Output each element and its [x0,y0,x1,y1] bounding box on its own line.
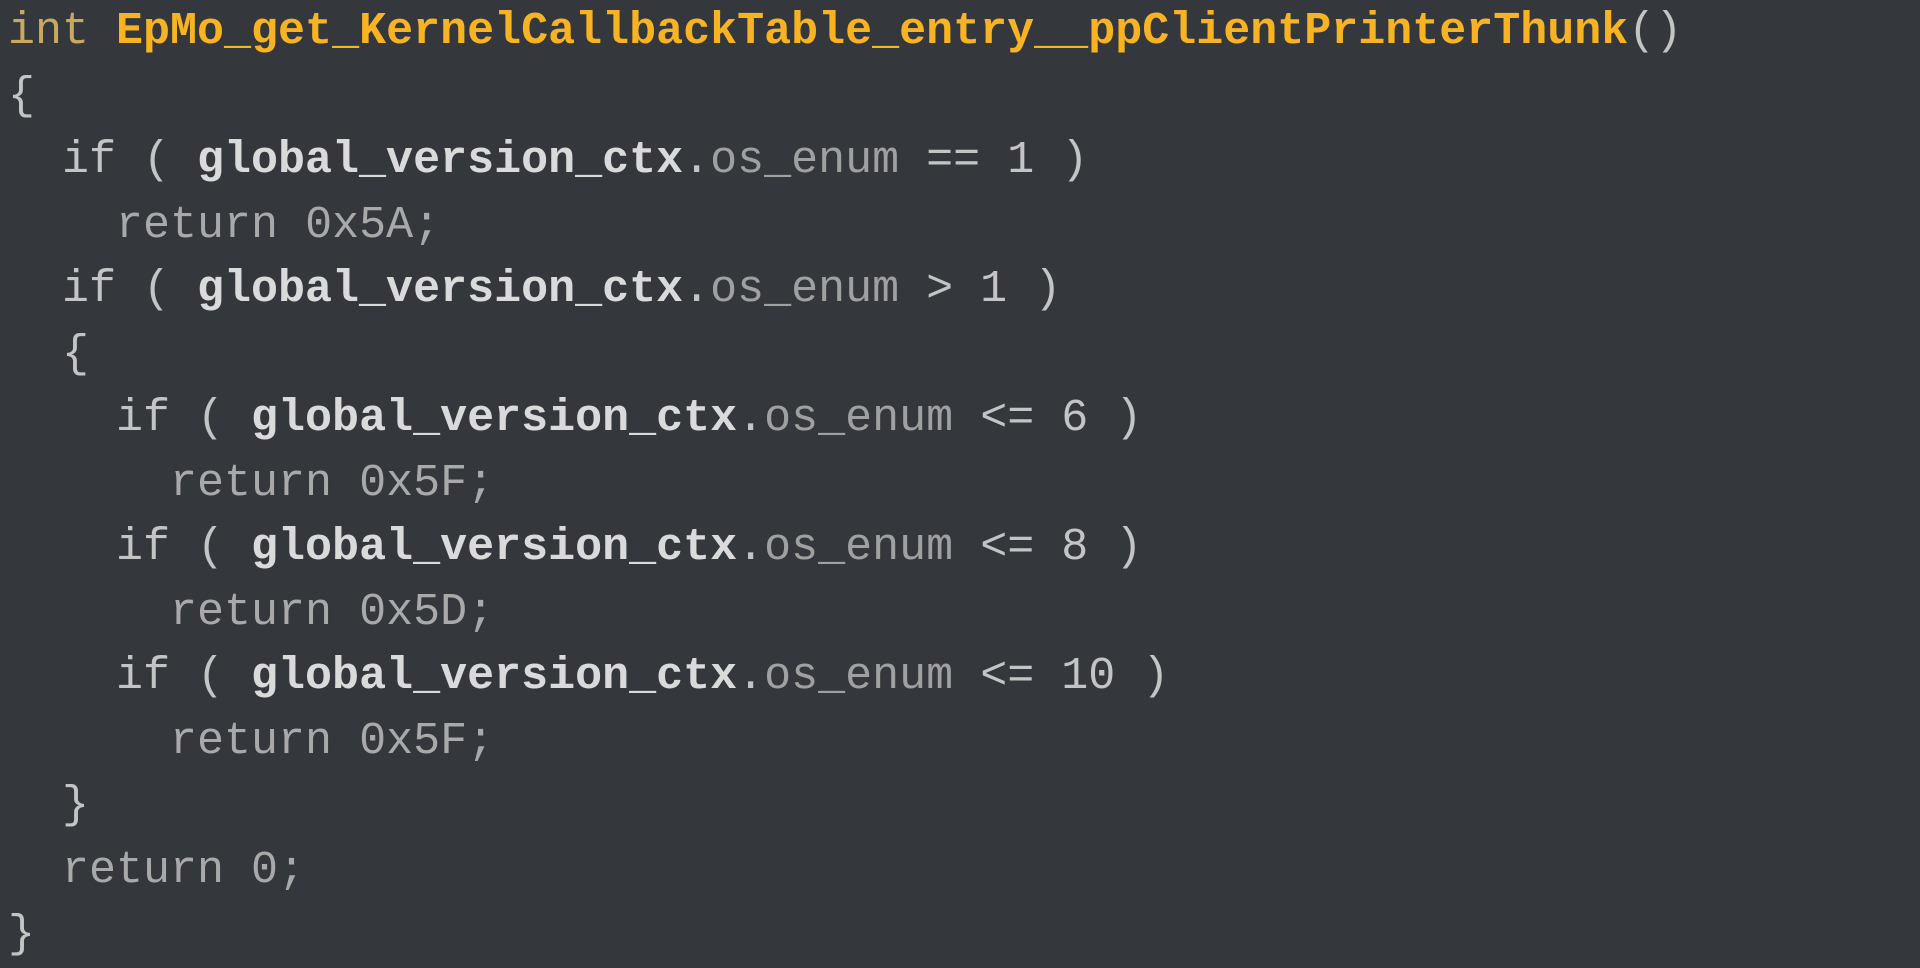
return-kw: return [8,845,251,896]
if-kw: if ( [8,522,251,573]
op: <= 8 ) [953,522,1142,573]
dot: . [737,522,764,573]
return-kw: return [8,716,359,767]
if-kw: if ( [8,264,197,315]
dot: . [737,393,764,444]
dot: . [737,651,764,702]
if-line-2a[interactable]: if ( global_version_ctx.os_enum <= 6 ) [8,393,1142,444]
literal: 0x5D; [359,587,494,638]
return-line-2b[interactable]: return 0x5D; [8,587,494,638]
return-kw: return [8,458,359,509]
literal: 0x5A; [305,200,440,251]
if-line-2[interactable]: if ( global_version_ctx.os_enum > 1 ) [8,264,1061,315]
decompiler-code-view[interactable]: int EpMo_get_KernelCallbackTable_entry__… [0,0,1920,968]
dot: . [683,135,710,186]
op: == 1 ) [899,135,1088,186]
return-line-2c[interactable]: return 0x5F; [8,716,494,767]
inner-open-brace: { [8,329,89,380]
keyword-int: int [8,6,89,57]
member: os_enum [710,264,899,315]
literal: 0; [251,845,305,896]
close-brace: } [8,909,35,960]
if-line-2b[interactable]: if ( global_version_ctx.os_enum <= 8 ) [8,522,1142,573]
if-kw: if ( [8,393,251,444]
op: <= 10 ) [953,651,1169,702]
identifier: global_version_ctx [251,393,737,444]
if-kw: if ( [8,135,197,186]
identifier: global_version_ctx [197,135,683,186]
op: <= 6 ) [953,393,1142,444]
return-line-2a[interactable]: return 0x5F; [8,458,494,509]
identifier: global_version_ctx [251,651,737,702]
member: os_enum [764,651,953,702]
return-kw: return [8,200,305,251]
paren-group: () [1628,6,1682,57]
op: > 1 ) [899,264,1061,315]
return-line-1[interactable]: return 0x5A; [8,200,440,251]
line-1[interactable]: int EpMo_get_KernelCallbackTable_entry__… [8,6,1682,57]
if-line-2c[interactable]: if ( global_version_ctx.os_enum <= 10 ) [8,651,1169,702]
member: os_enum [764,393,953,444]
member: os_enum [710,135,899,186]
identifier: global_version_ctx [251,522,737,573]
identifier: global_version_ctx [197,264,683,315]
return-line-final[interactable]: return 0; [8,845,305,896]
open-brace: { [8,71,35,122]
if-kw: if ( [8,651,251,702]
return-kw: return [8,587,359,638]
literal: 0x5F; [359,716,494,767]
function-name: EpMo_get_KernelCallbackTable_entry__ppCl… [116,6,1628,57]
dot: . [683,264,710,315]
inner-close-brace: } [8,780,89,831]
literal: 0x5F; [359,458,494,509]
if-line-1[interactable]: if ( global_version_ctx.os_enum == 1 ) [8,135,1088,186]
member: os_enum [764,522,953,573]
